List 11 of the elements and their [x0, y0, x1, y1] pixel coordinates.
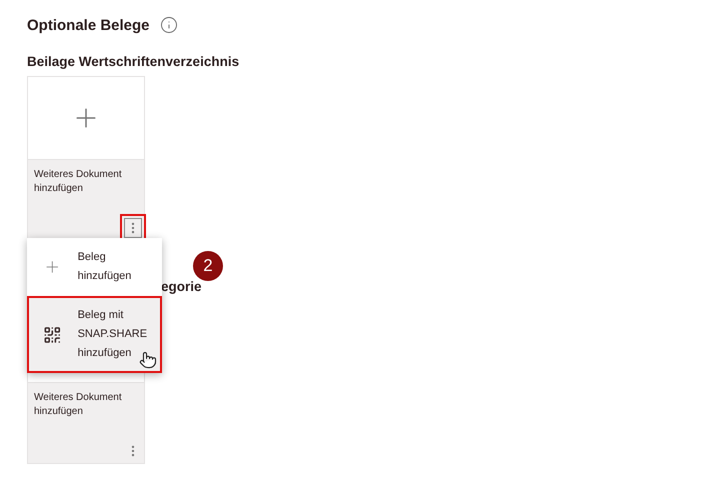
section-heading: Beilage Wertschriftenverzeichnis — [27, 54, 240, 69]
section-heading: egorie — [160, 279, 203, 294]
qr-code-icon — [43, 324, 62, 344]
step-badge: 2 — [193, 251, 223, 281]
hand-cursor-icon — [139, 351, 157, 369]
menu-item[interactable]: Beleg mit SNAP.SHARE hinzufügen — [27, 296, 162, 373]
card-label: Weiteres Dokument hinzufügen — [34, 168, 123, 196]
page-title: Optionale Belege — [27, 16, 150, 34]
menu-item[interactable]: Beleg hinzufügen — [27, 238, 162, 296]
card-label: Weiteres Dokument hinzufügen — [34, 391, 123, 419]
info-icon[interactable] — [160, 16, 178, 34]
